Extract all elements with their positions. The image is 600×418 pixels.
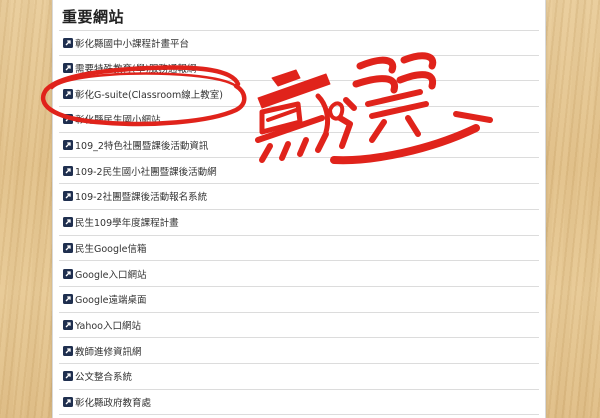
external-link-arrow-icon <box>63 294 73 305</box>
list-item[interactable]: 教師進修資訊網 <box>59 338 539 364</box>
external-link-arrow-icon <box>63 165 73 176</box>
list-item[interactable]: 彰化縣政府教育處 <box>59 390 539 416</box>
panel-title: 重要網站 <box>62 8 125 26</box>
link-list: 彰化縣國中小課程計畫平台 需要特殊教育(學)服務通報網 彰化G-suite(Cl… <box>59 30 539 416</box>
list-item[interactable]: 民生Google信箱 <box>59 236 539 262</box>
link-label: 彰化縣國中小課程計畫平台 <box>75 38 190 50</box>
link-label: 教師進修資訊網 <box>75 346 142 358</box>
list-item[interactable]: 彰化縣民生國小網站 <box>59 107 539 133</box>
list-item[interactable]: Google遠端桌面 <box>59 287 539 313</box>
external-link-arrow-icon <box>63 114 73 125</box>
external-link-arrow-icon <box>63 345 73 356</box>
link-label: 需要特殊教育(學)服務通報網 <box>75 64 197 76</box>
list-item[interactable]: Google入口網站 <box>59 261 539 287</box>
list-item[interactable]: Yahoo入口網站 <box>59 313 539 339</box>
list-item[interactable]: 需要特殊教育(學)服務通報網 <box>59 56 539 82</box>
list-item[interactable]: 公文整合系統 <box>59 364 539 390</box>
external-link-arrow-icon <box>63 140 73 151</box>
link-label: 彰化縣民生國小網站 <box>75 115 161 127</box>
list-item[interactable]: 彰化縣國中小課程計畫平台 <box>59 30 539 56</box>
list-item[interactable]: 民生109學年度課程計畫 <box>59 210 539 236</box>
link-label: Google遠端桌面 <box>75 295 147 307</box>
external-link-arrow-icon <box>63 217 73 228</box>
link-label: 109-2社團暨課後活動報名系統 <box>75 192 208 204</box>
external-link-arrow-icon <box>63 88 73 99</box>
external-link-arrow-icon <box>63 63 73 74</box>
link-label: Yahoo入口網站 <box>75 320 141 332</box>
link-label: 民生109學年度課程計畫 <box>75 218 179 230</box>
list-item[interactable]: 彰化G-suite(Classroom線上教室) <box>59 81 539 108</box>
external-link-arrow-icon <box>63 37 73 48</box>
link-label: 109-2民生國小社團暨課後活動網 <box>75 166 217 178</box>
link-label: 109_2特色社團暨課後活動資訊 <box>75 141 209 153</box>
external-link-arrow-icon <box>63 268 73 279</box>
list-item[interactable]: 109_2特色社團暨課後活動資訊 <box>59 133 539 159</box>
list-item[interactable]: 109-2民生國小社團暨課後活動網 <box>59 158 539 185</box>
external-link-arrow-icon <box>63 319 73 330</box>
external-link-arrow-icon <box>63 242 73 253</box>
external-link-arrow-icon <box>63 191 73 202</box>
link-label: 公文整合系統 <box>75 372 133 384</box>
link-label: 彰化縣政府教育處 <box>75 397 152 409</box>
link-label: Google入口網站 <box>75 269 147 281</box>
link-label: 彰化G-suite(Classroom線上教室) <box>75 89 223 101</box>
external-link-arrow-icon <box>63 396 73 407</box>
link-label: 民生Google信箱 <box>75 243 147 255</box>
important-sites-panel: 重要網站 彰化縣國中小課程計畫平台 需要特殊教育(學)服務通報網 彰化G-sui… <box>52 0 546 418</box>
list-item[interactable]: 109-2社團暨課後活動報名系統 <box>59 184 539 210</box>
external-link-arrow-icon <box>63 371 73 382</box>
